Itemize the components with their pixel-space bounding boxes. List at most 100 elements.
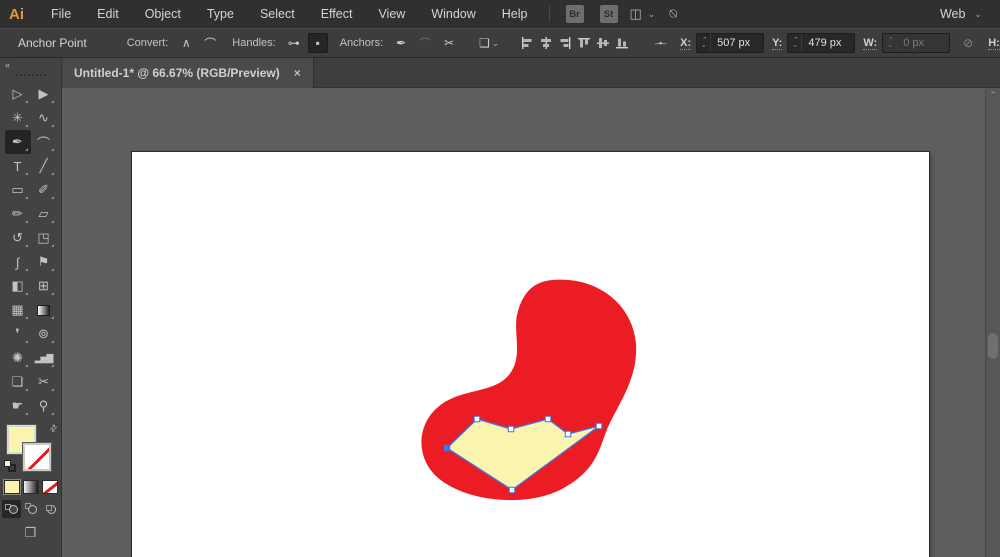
h-label[interactable]: H:	[988, 37, 1000, 50]
zoom-tool[interactable]: ⚲	[31, 394, 57, 418]
x-label[interactable]: X:	[680, 37, 691, 50]
menu-type[interactable]: Type	[194, 0, 247, 28]
w-label[interactable]: W:	[863, 37, 877, 50]
isolate-object-button[interactable]: ‒▪‒	[650, 33, 670, 53]
y-stepper[interactable]: ⌃⌄	[788, 34, 802, 52]
x-field: X: ⌃⌄ 507 px	[680, 33, 764, 53]
scrollbar-thumb[interactable]	[988, 333, 998, 359]
menu-window[interactable]: Window	[418, 0, 488, 28]
collapse-panel-icon[interactable]: «	[5, 60, 10, 70]
selection-tool[interactable]: ▷	[5, 82, 31, 106]
constrain-proportions-icon[interactable]: ⊘	[958, 33, 978, 53]
artboard-tool[interactable]: ❏	[5, 370, 31, 394]
remove-anchor-button[interactable]: ✒	[391, 33, 411, 53]
slice-tool[interactable]: ✂	[31, 370, 57, 394]
paintbrush-tool[interactable]: ✐	[31, 178, 57, 202]
x-stepper[interactable]: ⌃⌄	[697, 34, 711, 52]
pen-tool[interactable]: ✒	[5, 130, 31, 154]
appearance-buttons	[0, 480, 61, 494]
bridge-button[interactable]: Br	[566, 5, 584, 23]
tab-close-icon[interactable]: ×	[294, 66, 301, 80]
perspective-grid-tool[interactable]: ⊞	[31, 274, 57, 298]
align-horizontal-right-button[interactable]	[558, 36, 572, 50]
menu-select[interactable]: Select	[247, 0, 308, 28]
lasso-tool[interactable]: ∿	[31, 106, 57, 130]
mesh-tool[interactable]: ▦	[5, 298, 31, 322]
swap-fill-stroke-icon[interactable]: ⇄	[48, 422, 61, 435]
align-horizontal-center-button[interactable]	[539, 36, 553, 50]
draw-normal-button[interactable]	[2, 500, 21, 518]
curvature-tool[interactable]: ⌒	[31, 130, 57, 154]
transform-icon: ❏	[479, 36, 490, 50]
anchor-point[interactable]	[509, 487, 515, 493]
symbol-sprayer-tool[interactable]: ✺	[5, 346, 31, 370]
screen-mode-button[interactable]: ❐	[0, 525, 61, 541]
default-fill-stroke-icon[interactable]	[4, 460, 16, 472]
anchor-point[interactable]	[508, 426, 514, 432]
menu-view[interactable]: View	[365, 0, 418, 28]
connect-anchors-button[interactable]: ⌒	[415, 33, 435, 53]
y-label[interactable]: Y:	[772, 37, 782, 50]
y-input[interactable]: ⌃⌄ 479 px	[787, 33, 855, 53]
none-button[interactable]	[42, 480, 58, 494]
x-input[interactable]: ⌃⌄ 507 px	[696, 33, 764, 53]
column-graph-tool[interactable]: ▂▅▇	[31, 346, 57, 370]
workspace-layout-icon[interactable]: ◫	[630, 6, 642, 22]
stock-button[interactable]: St	[600, 5, 618, 23]
workspace-switcher[interactable]: Web ⌄	[940, 7, 982, 21]
gpu-performance-icon[interactable]: ⍉	[669, 6, 677, 22]
menu-object[interactable]: Object	[132, 0, 194, 28]
menu-file[interactable]: File	[38, 0, 84, 28]
convert-label: Convert:	[127, 37, 169, 49]
magic-wand-tool[interactable]: ✳	[5, 106, 31, 130]
rectangle-tool[interactable]: ▭	[5, 178, 31, 202]
convert-to-corner-button[interactable]: ∧	[176, 33, 196, 53]
menu-effect[interactable]: Effect	[308, 0, 366, 28]
color-button[interactable]	[4, 480, 20, 494]
eraser-tool[interactable]: ▱	[31, 202, 57, 226]
menu-help[interactable]: Help	[489, 0, 541, 28]
align-vertical-center-button[interactable]	[596, 36, 610, 50]
anchor-point[interactable]	[565, 431, 571, 437]
w-input: ⌃⌄ 0 px	[882, 33, 950, 53]
convert-to-smooth-button[interactable]: ⌒	[200, 33, 220, 53]
vertical-scrollbar[interactable]: ⌃	[985, 88, 1000, 557]
align-vertical-top-button[interactable]	[577, 36, 591, 50]
menu-edit[interactable]: Edit	[84, 0, 132, 28]
draw-behind-button[interactable]	[21, 500, 40, 518]
gradient-button[interactable]	[23, 480, 39, 494]
anchor-point[interactable]	[596, 423, 602, 429]
line-segment-tool[interactable]: ╱	[31, 154, 57, 178]
panel-grip[interactable]	[16, 74, 46, 76]
transform-menu-button[interactable]: ❏ ⌄	[479, 33, 499, 53]
scale-tool[interactable]: ◳	[31, 226, 57, 250]
blend-tool[interactable]: ⊚	[31, 322, 57, 346]
canvas-pasteboard[interactable]: ⌃	[62, 88, 1000, 557]
draw-inside-button[interactable]	[40, 500, 59, 518]
shape-builder-tool[interactable]: ◧	[5, 274, 31, 298]
gradient-tool[interactable]	[31, 298, 57, 322]
document-tab[interactable]: Untitled-1* @ 66.67% (RGB/Preview) ×	[62, 58, 314, 88]
w-field: W: ⌃⌄ 0 px	[863, 33, 950, 53]
rotate-tool[interactable]: ↺	[5, 226, 31, 250]
convert-buttons: ∧⌒	[174, 33, 222, 53]
hand-tool[interactable]: ☛	[5, 394, 31, 418]
type-tool[interactable]: T	[5, 154, 31, 178]
anchor-point-selected[interactable]	[444, 445, 450, 451]
eyedropper-tool[interactable]: ❜	[5, 322, 31, 346]
puppet-warp-tool[interactable]: ⚑	[31, 250, 57, 274]
hide-handles-button[interactable]: ▪	[308, 33, 328, 53]
show-handles-button[interactable]: ⊶	[284, 33, 304, 53]
anchor-point[interactable]	[545, 416, 551, 422]
align-vertical-bottom-button[interactable]	[615, 36, 629, 50]
chevron-down-icon[interactable]: ⌄	[648, 9, 656, 20]
stroke-color-swatch[interactable]	[23, 443, 51, 471]
align-horizontal-left-button[interactable]	[520, 36, 534, 50]
width-tool[interactable]: ∫	[5, 250, 31, 274]
pencil-tool[interactable]: ✏	[5, 202, 31, 226]
divider	[549, 6, 550, 22]
anchor-point[interactable]	[474, 416, 480, 422]
cut-path-button[interactable]: ✂	[439, 33, 459, 53]
scroll-up-arrow[interactable]: ⌃	[986, 88, 1000, 102]
direct-selection-tool[interactable]: ▶	[31, 82, 57, 106]
